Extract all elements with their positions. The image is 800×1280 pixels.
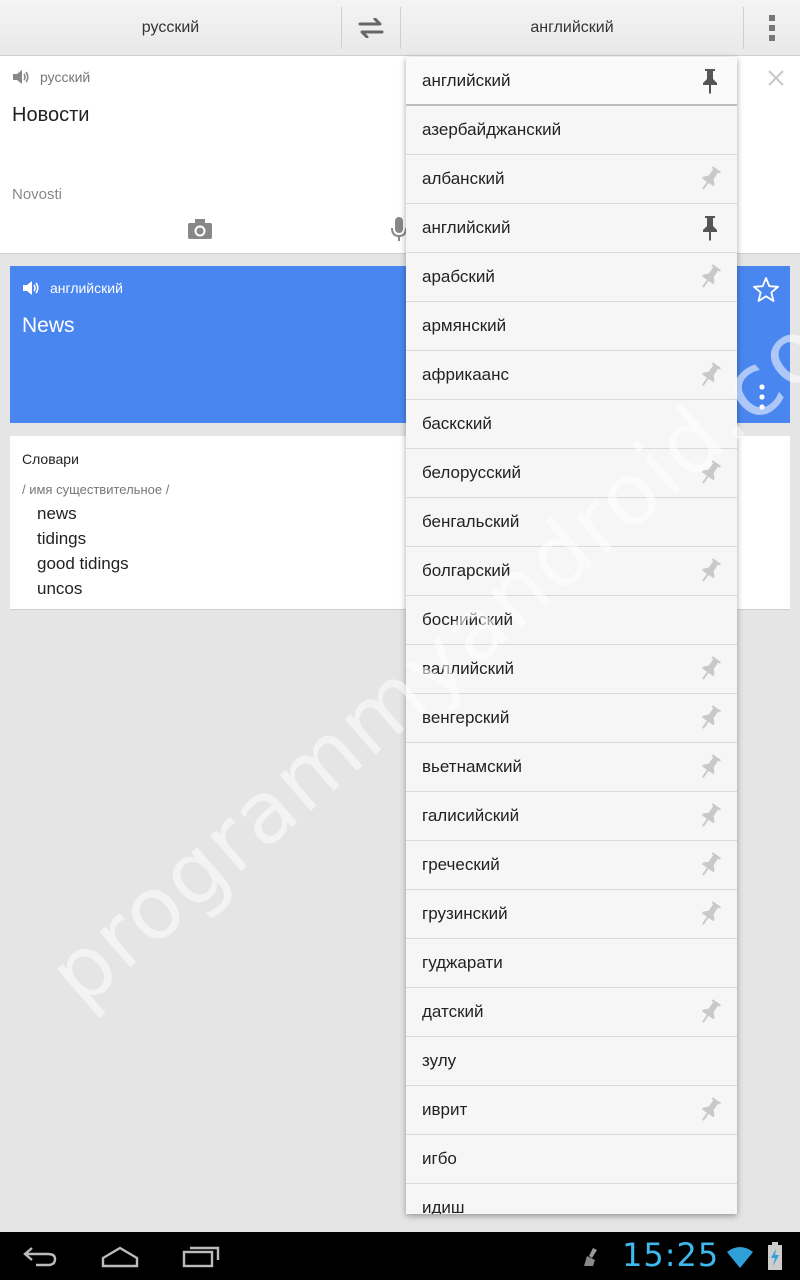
dictionary-title: Словари bbox=[22, 451, 79, 467]
dictionary-word[interactable]: uncos bbox=[37, 576, 129, 601]
pin-icon[interactable] bbox=[699, 166, 721, 192]
language-dropdown[interactable]: английский азербайджанский албанский англи… bbox=[406, 57, 737, 1214]
pin-icon[interactable] bbox=[699, 215, 721, 241]
battery-icon bbox=[768, 1242, 782, 1270]
language-option[interactable]: азербайджанский bbox=[406, 106, 737, 155]
language-option-label: армянский bbox=[422, 316, 507, 335]
language-option-label: идиш bbox=[422, 1198, 465, 1214]
pin-icon[interactable] bbox=[699, 852, 721, 878]
swap-arrows-icon bbox=[358, 17, 384, 38]
language-option-label: игбо bbox=[422, 1149, 457, 1168]
language-option[interactable]: баскский bbox=[406, 400, 737, 449]
language-option[interactable]: венгерский bbox=[406, 694, 737, 743]
language-option[interactable]: боснийский bbox=[406, 596, 737, 645]
pin-icon[interactable] bbox=[699, 656, 721, 682]
pin-icon[interactable] bbox=[699, 1097, 721, 1123]
language-option-label: датский bbox=[422, 1002, 484, 1021]
dropdown-selected-language[interactable]: английский bbox=[406, 57, 737, 106]
transliteration-text: Novosti bbox=[12, 186, 63, 203]
cleaner-icon bbox=[584, 1248, 597, 1266]
dictionary-word[interactable]: good tidings bbox=[37, 551, 129, 576]
pin-icon[interactable] bbox=[699, 999, 721, 1025]
recent-apps-icon[interactable] bbox=[182, 1246, 220, 1268]
swap-languages-button[interactable] bbox=[342, 0, 400, 55]
pin-icon[interactable] bbox=[699, 754, 721, 780]
language-option[interactable]: гуджарати bbox=[406, 939, 737, 988]
language-option[interactable]: вьетнамский bbox=[406, 743, 737, 792]
result-language-row: английский bbox=[22, 280, 123, 296]
language-option-label: бенгальский bbox=[422, 512, 520, 531]
input-language-row: русский bbox=[12, 69, 90, 85]
language-option[interactable]: бенгальский bbox=[406, 498, 737, 547]
language-option-label: арабский bbox=[422, 267, 495, 286]
wifi-icon bbox=[727, 1247, 753, 1268]
language-option[interactable]: греческий bbox=[406, 841, 737, 890]
language-option[interactable]: арабский bbox=[406, 253, 737, 302]
language-option-label: греческий bbox=[422, 855, 500, 874]
pin-icon[interactable] bbox=[699, 362, 721, 388]
more-options-icon[interactable] bbox=[758, 384, 766, 410]
overflow-menu-button[interactable] bbox=[744, 0, 800, 55]
language-option-label: албанский bbox=[422, 169, 505, 188]
language-option[interactable]: английский bbox=[406, 204, 737, 253]
language-option-label: венгерский bbox=[422, 708, 510, 727]
overflow-menu-icon bbox=[769, 14, 775, 41]
language-option[interactable]: иврит bbox=[406, 1086, 737, 1135]
language-option[interactable]: африкаанс bbox=[406, 351, 737, 400]
language-option[interactable]: валлийский bbox=[406, 645, 737, 694]
pin-icon[interactable] bbox=[699, 264, 721, 290]
speaker-icon[interactable] bbox=[22, 280, 40, 296]
home-icon[interactable] bbox=[100, 1246, 140, 1268]
language-bar: русский английский bbox=[0, 0, 800, 56]
star-icon[interactable] bbox=[752, 276, 780, 304]
pin-icon[interactable] bbox=[699, 68, 721, 94]
language-option-label: азербайджанский bbox=[422, 120, 562, 139]
translation-text: News bbox=[22, 314, 75, 337]
language-option-label: белорусский bbox=[422, 463, 522, 482]
clock: 15:25 bbox=[622, 1236, 720, 1274]
language-option[interactable]: болгарский bbox=[406, 547, 737, 596]
speaker-icon[interactable] bbox=[12, 69, 30, 85]
language-option-label: зулу bbox=[422, 1051, 457, 1070]
pin-icon[interactable] bbox=[699, 460, 721, 486]
selected-language-label: английский bbox=[422, 70, 511, 90]
back-icon[interactable] bbox=[22, 1246, 58, 1268]
pin-icon[interactable] bbox=[699, 901, 721, 927]
language-option[interactable]: игбо bbox=[406, 1135, 737, 1184]
language-option-label: английский bbox=[422, 218, 511, 237]
language-option[interactable]: зулу bbox=[406, 1037, 737, 1086]
language-option-label: африкаанс bbox=[422, 365, 510, 384]
language-option-label: валлийский bbox=[422, 659, 515, 678]
input-text[interactable]: Новости bbox=[12, 104, 89, 127]
system-bar: 15:25 bbox=[0, 1232, 800, 1280]
language-option-label: боснийский bbox=[422, 610, 514, 629]
dictionary-word-list: news tidings good tidings uncos bbox=[37, 501, 129, 601]
language-option-label: болгарский bbox=[422, 561, 511, 580]
pin-icon[interactable] bbox=[699, 705, 721, 731]
camera-icon[interactable] bbox=[187, 218, 213, 240]
result-language-label: английский bbox=[50, 280, 123, 296]
language-option[interactable]: грузинский bbox=[406, 890, 737, 939]
dictionary-word[interactable]: tidings bbox=[37, 526, 129, 551]
pin-icon[interactable] bbox=[699, 803, 721, 829]
language-option[interactable]: армянский bbox=[406, 302, 737, 351]
language-option[interactable]: галисийский bbox=[406, 792, 737, 841]
source-language-button[interactable]: русский bbox=[0, 0, 341, 55]
language-option-label: баскский bbox=[422, 414, 492, 433]
language-option-label: галисийский bbox=[422, 806, 520, 825]
input-language-label: русский bbox=[40, 69, 91, 85]
language-option-label: гуджарати bbox=[422, 953, 503, 972]
language-option[interactable]: датский bbox=[406, 988, 737, 1037]
language-option[interactable]: албанский bbox=[406, 155, 737, 204]
part-of-speech: / имя существительное / bbox=[22, 482, 170, 497]
language-option-label: иврит bbox=[422, 1100, 468, 1119]
close-icon[interactable] bbox=[766, 68, 786, 88]
pin-icon[interactable] bbox=[699, 558, 721, 584]
language-option-label: вьетнамский bbox=[422, 757, 523, 776]
language-option[interactable]: идиш bbox=[406, 1184, 737, 1214]
language-option-label: грузинский bbox=[422, 904, 508, 923]
target-language-button[interactable]: английский bbox=[401, 0, 743, 55]
dictionary-word[interactable]: news bbox=[37, 501, 129, 526]
language-option[interactable]: белорусский bbox=[406, 449, 737, 498]
